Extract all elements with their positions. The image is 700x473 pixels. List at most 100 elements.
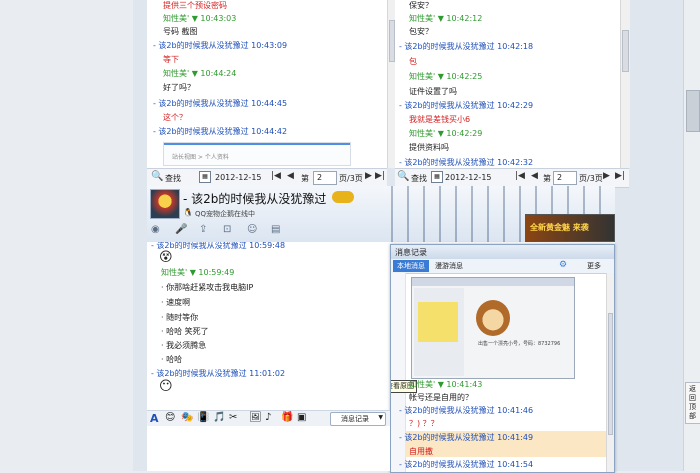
message-line: · 我必须腾急: [161, 341, 207, 350]
pet-icon: 🐧: [183, 208, 193, 217]
chat-title[interactable]: - 该2b的时候我从没犹豫过: [183, 190, 326, 207]
message-line: · 你那啥赶紧攻击我电脑IP: [161, 283, 254, 292]
page-suffix: 页/3页: [579, 174, 603, 183]
right-pane-scrollbar[interactable]: [620, 0, 630, 168]
message-line: - 该2b的时候我从没犹豫过 10:42:18: [399, 42, 534, 51]
prev-page-icon[interactable]: ◀: [531, 171, 538, 181]
history-image-thumbnail[interactable]: 出售一个漂亮小号，号码：8732796: [411, 277, 575, 379]
message-line: - 该2b的时候我从没犹豫过 10:44:42: [153, 127, 288, 136]
date-label[interactable]: 2012-12-15: [215, 173, 262, 182]
emoji-icon: 😵: [159, 250, 173, 265]
screenshot-icon[interactable]: ✂: [229, 412, 237, 423]
send-image-icon[interactable]: 🖼: [249, 412, 262, 423]
message-line: 提供三个预设密码: [163, 1, 227, 10]
tab-local-messages[interactable]: 本地消息: [393, 260, 429, 272]
next-page-icon[interactable]: ▶: [365, 171, 372, 181]
message-line: · 随时等你: [161, 313, 199, 322]
avatar[interactable]: [150, 189, 180, 219]
search-icon[interactable]: 🔍: [397, 171, 409, 182]
message-line: 知性美' ▼ 10:41:43: [409, 380, 483, 389]
message-line: 知性美' ▼ 10:44:24: [163, 69, 237, 78]
music-icon[interactable]: ♪: [265, 412, 271, 423]
search-label[interactable]: 查找: [165, 173, 181, 184]
message-line: 知性美' ▼ 10:59:49: [161, 268, 235, 277]
last-page-icon[interactable]: ▶|: [375, 171, 385, 181]
next-page-icon[interactable]: ▶: [603, 171, 610, 181]
search-icon[interactable]: 🔍: [151, 171, 163, 182]
history-window: 消息记录 本地消息 漫游消息 ⚙ 更多 出售一个漂亮小号，号码：8732796 …: [390, 244, 615, 473]
message-line: · 哈哈: [161, 355, 183, 364]
left-history-pane: 提供三个预设密码知性美' ▼ 10:43:03 号码 截图 - 该2b的时候我从没犹…: [147, 0, 387, 168]
main-chat-area: - 该2b的时候我从没犹豫过 10:59:48 知性美' ▼ 10:59:49 · …: [147, 242, 387, 410]
page-input[interactable]: 2: [313, 171, 337, 185]
video-call-icon[interactable]: ◉: [151, 224, 160, 235]
history-window-titlebar[interactable]: 消息记录: [391, 245, 614, 259]
chat-toolbar: ◉ 🎤 ⇪ ⊡ ☺ ▤: [149, 224, 319, 238]
history-button[interactable]: 消息记录 ▼: [330, 412, 386, 426]
embedded-screenshot[interactable]: 站长视图 > 个人资料: [163, 142, 351, 166]
chat-status: QQ宠物企鹅在线中: [195, 210, 256, 218]
first-page-icon[interactable]: |◀: [515, 171, 525, 181]
back-to-top-button[interactable]: 返回顶部: [685, 382, 700, 424]
send-file-icon[interactable]: ⇪: [199, 224, 207, 235]
emoji-picker-icon[interactable]: 😊: [165, 412, 175, 423]
calendar-icon[interactable]: ▦: [199, 171, 211, 183]
message-line: - 该2b的时候我从没犹豫过 10:42:32: [399, 158, 534, 167]
prev-page-icon[interactable]: ◀: [287, 171, 294, 181]
message-line: 提供资料吗: [409, 143, 449, 152]
magic-emoji-icon[interactable]: 🎭: [181, 412, 193, 423]
vip-badge-icon[interactable]: [332, 191, 354, 203]
chat-header: - 该2b的时候我从没犹豫过 🐧 QQ宠物企鹅在线中 全新黄金魅 来袭 ◉ 🎤 …: [147, 186, 615, 242]
message-line: 等下: [163, 55, 179, 64]
message-line: 帐号还是自用的？: [409, 393, 473, 402]
input-toolbar: A 😊 🎭 📳 🎵 ✂ 🖼 ♪ 🎁 ▣ 消息记录 ▼: [147, 410, 390, 427]
ad-banner[interactable]: 全新黄金魅 来袭: [525, 214, 615, 242]
last-page-icon[interactable]: ▶|: [615, 171, 625, 181]
tab-roaming-messages[interactable]: 漫游消息: [435, 261, 463, 271]
page-input[interactable]: 2: [553, 171, 577, 185]
message-line: 知性美' ▼ 10:42:25: [409, 72, 483, 81]
message-line: 自用撒: [409, 447, 433, 456]
more-label[interactable]: 更多: [587, 261, 601, 271]
message-line: 号码 截图: [163, 27, 198, 36]
history-window-title: 消息记录: [395, 248, 427, 257]
history-window-scrollbar[interactable]: [606, 273, 614, 472]
calendar-icon[interactable]: ▦: [431, 171, 443, 183]
message-line: · 哈哈 笑死了: [161, 327, 209, 336]
message-line: - 该2b的时候我从没犹豫过 10:59:48: [151, 242, 286, 250]
message-line: 这个？: [163, 113, 187, 122]
emoji-icon: 😶: [159, 379, 173, 394]
voice-call-icon[interactable]: 🎤: [175, 224, 187, 235]
message-line: · 速度啊: [161, 298, 191, 307]
message-line: - 该2b的时候我从没犹豫过 10:41:46: [399, 406, 534, 415]
date-label[interactable]: 2012-12-15: [445, 173, 492, 182]
message-line: 知性美' ▼ 10:43:03: [163, 14, 237, 23]
left-history-toolbar: 🔍 查找 ▦ 2012-12-15 |◀ ◀ 第 2 页/3页 ▶ ▶|: [147, 168, 387, 188]
history-window-tabs: 本地消息 漫游消息 ⚙ 更多: [391, 259, 614, 274]
first-page-icon[interactable]: |◀: [271, 171, 281, 181]
message-line: - 该2b的时候我从没犹豫过 10:44:45: [153, 99, 288, 108]
message-line: - 该2b的时候我从没犹豫过 10:41:54: [399, 460, 534, 469]
more-tools-icon[interactable]: ▣: [297, 412, 306, 423]
message-line: 保安？: [409, 1, 433, 10]
message-line: 好了吗？: [163, 83, 195, 92]
search-label[interactable]: 查找: [411, 173, 427, 184]
gift-icon[interactable]: 🎁: [281, 412, 293, 423]
app-icon[interactable]: ▤: [271, 224, 280, 235]
message-line: 包: [409, 57, 417, 66]
create-group-icon[interactable]: ☺: [247, 224, 257, 235]
gear-icon[interactable]: ⚙: [559, 260, 567, 270]
right-history-pane: 保安？ 知性美' ▼ 10:42:12 包安？ - 该2b的时候我从没犹豫过 10:4…: [395, 0, 620, 168]
chevron-down-icon: ▼: [378, 414, 383, 421]
page-scrollbar[interactable]: 返回顶部: [683, 0, 700, 471]
message-input[interactable]: [147, 426, 390, 471]
message-line: ？) ？？: [409, 419, 439, 428]
remote-assist-icon[interactable]: ⊡: [223, 224, 231, 235]
voice-message-icon[interactable]: 🎵: [213, 412, 225, 423]
page-prefix: 第: [301, 174, 309, 183]
shake-icon[interactable]: 📳: [197, 412, 209, 423]
thumbnail-caption: 出售一个漂亮小号，号码：8732796: [478, 341, 561, 347]
history-button-label: 消息记录: [341, 415, 369, 423]
font-icon[interactable]: A: [150, 412, 159, 425]
message-line: 我就是差钱买小6: [409, 115, 471, 124]
